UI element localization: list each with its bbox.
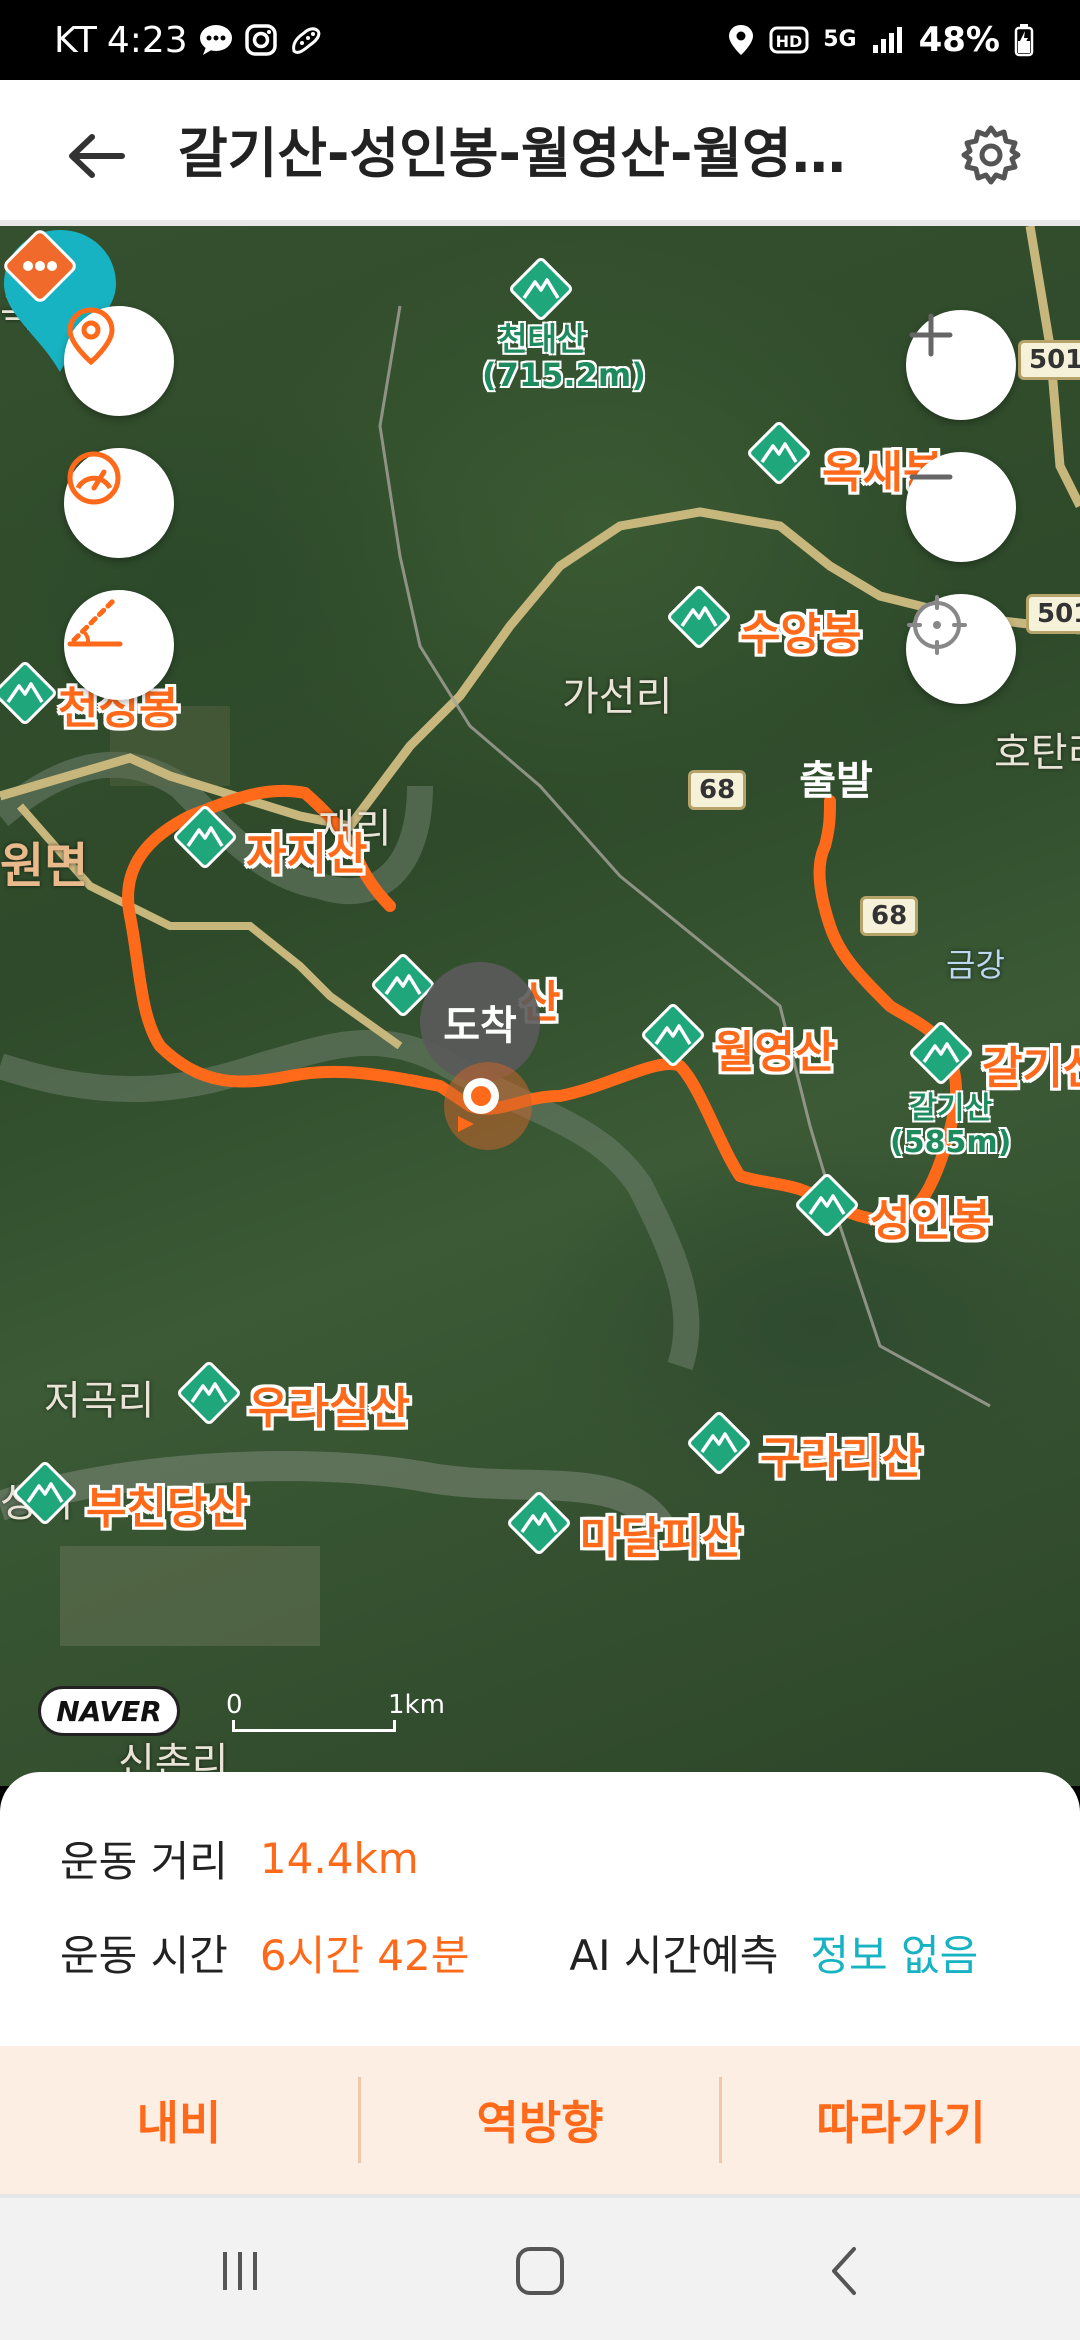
farmland xyxy=(60,1546,320,1646)
mountain-icon[interactable] xyxy=(14,1462,76,1524)
battery-percent: 48% xyxy=(918,20,1000,60)
peak-label: 성인봉 xyxy=(870,1195,992,1246)
place-label: 가선리 xyxy=(562,674,673,720)
gear-icon xyxy=(961,125,1021,185)
mountain-icon[interactable] xyxy=(668,586,730,648)
navi-button[interactable]: 내비 xyxy=(0,2046,358,2194)
crosshair-icon xyxy=(907,595,967,655)
scale-label: 1km xyxy=(388,1690,445,1720)
speed-button[interactable] xyxy=(64,448,174,558)
mountain-icon[interactable] xyxy=(178,1362,240,1424)
ai-time-value: 정보 없음 xyxy=(810,1931,979,1980)
peak-label: 우라실산 xyxy=(248,1383,410,1434)
reverse-button[interactable]: 역방향 xyxy=(361,2046,719,2194)
minus-icon xyxy=(909,474,953,480)
signal-icon xyxy=(871,25,905,55)
mountain-icon[interactable] xyxy=(642,1004,704,1066)
plus-icon xyxy=(909,313,953,357)
peak-label: 월영산 xyxy=(714,1027,836,1078)
peak-label: 자지산 xyxy=(246,829,368,880)
scale-zero: 0 xyxy=(226,1690,243,1720)
end-label: 도착 xyxy=(443,1003,517,1049)
mountain-icon[interactable] xyxy=(508,1492,570,1554)
start-label: 출발 xyxy=(799,758,873,804)
road-sign: 501 xyxy=(1018,340,1080,380)
page-title: 갈기산-성인봉-월영산-월영… xyxy=(178,122,846,185)
elevation-button[interactable] xyxy=(64,590,174,700)
route-info-sheet: 운동 거리 14.4km 운동 시간 6시간 42분 AI 시간예측 정보 없음 xyxy=(0,1772,1080,2046)
distance-label: 운동 거리 xyxy=(60,1837,228,1886)
mountain-icon[interactable] xyxy=(174,806,236,868)
mountain-icon[interactable] xyxy=(910,1022,972,1084)
road-sign: 501 xyxy=(1026,594,1080,634)
settings-button[interactable] xyxy=(954,118,1028,192)
home-button[interactable] xyxy=(490,2228,590,2314)
map-pin-icon xyxy=(67,307,115,366)
mountain-icon[interactable] xyxy=(748,422,810,484)
status-bar: KT 4:23 HD 5G 48% xyxy=(0,0,1080,80)
shoe-icon xyxy=(288,23,324,57)
peak-label: 수양봉 xyxy=(740,609,862,660)
back-nav-button[interactable] xyxy=(794,2228,894,2314)
more-icon[interactable] xyxy=(0,226,80,306)
follow-button[interactable]: 따라가기 xyxy=(722,2046,1080,2194)
peak-label: 천태산 xyxy=(498,320,587,358)
mountain-icon[interactable] xyxy=(510,258,572,320)
system-nav-bar xyxy=(0,2194,1080,2340)
instagram-icon xyxy=(244,23,278,57)
home-icon xyxy=(516,2247,564,2295)
peak-label: 갈기산 xyxy=(982,1043,1080,1094)
arrow-left-icon xyxy=(69,134,125,178)
status-left: KT 4:23 xyxy=(54,0,324,80)
road-sign: 68 xyxy=(688,770,747,810)
peak-label: 부친당산 xyxy=(86,1483,248,1534)
ai-time-label: AI 시간예측 xyxy=(569,1931,779,1980)
place-label: 저곡리 xyxy=(44,1378,155,1424)
recent-apps-button[interactable] xyxy=(190,2228,290,2314)
svg-text:HD: HD xyxy=(776,32,803,51)
action-bar: 내비 역방향 따라가기 xyxy=(0,2046,1080,2194)
mountain-icon[interactable] xyxy=(0,662,56,724)
distance-row: 운동 거리 14.4km xyxy=(60,1828,419,1889)
naver-logo: NAVER xyxy=(38,1686,180,1736)
time-label: 운동 시간 xyxy=(60,1931,228,1980)
peak-label: 구라리산 xyxy=(760,1433,922,1484)
mountain-icon[interactable] xyxy=(796,1174,858,1236)
current-location-icon xyxy=(444,1062,532,1150)
app-header: 갈기산-성인봉-월영산-월영… xyxy=(0,80,1080,226)
back-button[interactable] xyxy=(60,120,132,192)
place-label: 호탄리 xyxy=(994,730,1080,776)
map-view[interactable]: 곡리 가선리 원면 재리 호탄리 저곡리 성리 신촌리 금강 68 68 501… xyxy=(0,226,1080,1786)
5g-icon: 5G xyxy=(823,29,856,51)
chat-icon xyxy=(198,23,234,57)
my-location-button[interactable] xyxy=(906,594,1016,704)
status-right: HD 5G 48% xyxy=(727,0,1034,80)
speedometer-icon xyxy=(67,451,121,505)
distance-value: 14.4km xyxy=(259,1834,419,1883)
time-value: 6시간 42분 xyxy=(259,1931,470,1980)
zoom-out-button[interactable] xyxy=(906,452,1016,562)
chevron-left-icon xyxy=(832,2247,856,2295)
scale-bar xyxy=(232,1720,396,1732)
poi-button[interactable] xyxy=(64,306,174,416)
recent-apps-icon xyxy=(223,2252,257,2290)
mountain-icon[interactable] xyxy=(688,1412,750,1474)
peak-label: 마달피산 xyxy=(580,1513,742,1564)
time-row: 운동 시간 6시간 42분 AI 시간예측 정보 없음 xyxy=(60,1922,978,1983)
road-sign: 68 xyxy=(860,896,919,936)
place-label: 원면 xyxy=(0,838,89,894)
clock: 4:23 xyxy=(106,19,188,61)
hd-icon: HD xyxy=(769,25,809,55)
network-type: 5G xyxy=(823,27,857,52)
battery-icon xyxy=(1014,23,1034,57)
peak-elevation: (715.2m) xyxy=(482,356,646,394)
location-icon xyxy=(727,23,755,57)
place-label: 금강 xyxy=(946,946,1005,984)
zoom-in-button[interactable] xyxy=(906,310,1016,420)
carrier: KT xyxy=(54,19,97,61)
elevation-icon xyxy=(67,597,123,647)
peak-elevation: 갈기산 (585m) xyxy=(890,1091,1012,1160)
